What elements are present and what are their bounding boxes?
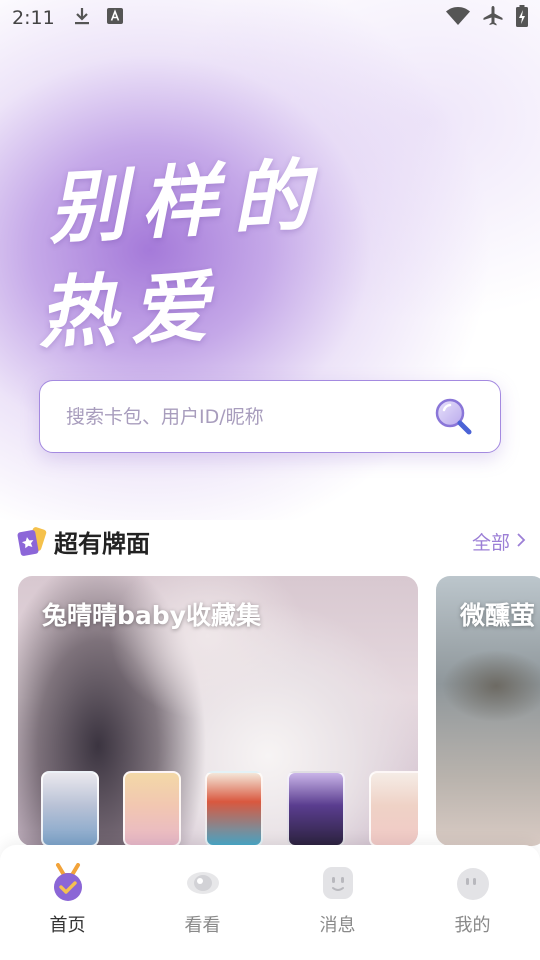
search-bar[interactable] [39,380,501,453]
card-thumbnail[interactable] [123,771,181,846]
home-medal-icon [48,863,88,903]
hero-title-line-1: 别样的 [46,149,327,256]
status-time: 2:11 [12,7,55,29]
status-bar: 2:11 [0,0,540,36]
view-all-label: 全部 [471,531,510,554]
collection-card-title: 兔晴晴baby收藏集 [42,601,261,630]
collection-card[interactable]: 微醺萤 [436,576,540,846]
wifi-icon [446,6,470,29]
profile-face-icon [453,863,493,903]
chevron-right-icon [516,530,526,552]
collection-card[interactable]: 兔晴晴baby收藏集 [18,576,418,846]
search-input[interactable] [66,405,432,428]
card-pack-icon [16,525,48,557]
eye-icon [183,863,223,903]
message-face-icon [318,863,358,903]
download-icon [73,6,91,30]
nav-item-look[interactable]: 看看 [135,845,270,960]
nav-label-look: 看看 [184,915,221,936]
nav-item-home[interactable]: 首页 [0,845,135,960]
card-thumbnail[interactable] [369,771,418,846]
hero-title-line-2: 热爱 [36,261,224,360]
card-thumbnail[interactable] [41,771,99,846]
battery-icon [516,5,528,31]
collection-card-title: 微醺萤 [460,601,536,630]
view-all-link[interactable]: 全部 [472,528,526,555]
card-thumbnail[interactable] [205,771,263,846]
collection-thumbnails [41,771,418,846]
nav-item-profile[interactable]: 我的 [405,845,540,960]
a-badge-icon [106,8,123,28]
nav-label-messages: 消息 [319,915,356,936]
section-title: 超有牌面 [54,529,150,558]
airplane-icon [482,5,504,31]
nav-label-profile: 我的 [454,915,491,936]
bottom-nav: 首页 看看 消息 我的 [0,845,540,960]
search-icon[interactable] [432,395,476,439]
nav-label-home: 首页 [49,915,86,936]
card-thumbnail[interactable] [287,771,345,846]
nav-item-messages[interactable]: 消息 [270,845,405,960]
section-header: 超有牌面 全部 [16,522,526,560]
